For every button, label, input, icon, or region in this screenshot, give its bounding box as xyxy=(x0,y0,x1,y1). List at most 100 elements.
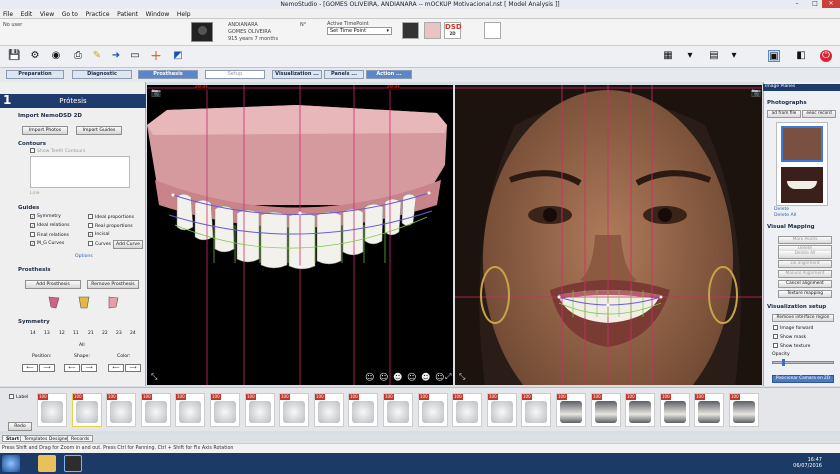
all-label[interactable]: All xyxy=(79,343,85,348)
thumb-item[interactable]: 100 xyxy=(521,393,551,427)
folder-icon[interactable] xyxy=(38,455,56,472)
thumb-item[interactable]: 100 xyxy=(694,393,724,427)
close-button[interactable]: ✕ xyxy=(822,0,840,8)
guide-incisal-checkbox[interactable]: ✓ Incisal xyxy=(88,232,110,238)
thumb-item[interactable]: 100 xyxy=(141,393,171,427)
import-photos-button[interactable]: Import Photos xyxy=(22,126,68,135)
tooth-number[interactable]: 11 xyxy=(73,331,79,336)
opacity-slider-thumb[interactable] xyxy=(781,359,785,366)
eraser-icon[interactable]: ◧ xyxy=(795,50,807,62)
contours-list[interactable] xyxy=(30,156,130,188)
comment-icon[interactable]: ▭ xyxy=(129,50,141,62)
thumb-item[interactable]: 100 xyxy=(660,393,690,427)
monitor-icon[interactable]: ▣ xyxy=(768,50,780,62)
guide-ideal-relations-checkbox[interactable]: ✓ Ideal relations xyxy=(30,223,70,229)
opacity-slider[interactable] xyxy=(772,359,834,366)
delete-photo-link[interactable]: Delete xyxy=(774,207,789,212)
menu-patient[interactable]: Patient xyxy=(114,9,141,18)
thumb-item[interactable]: 100 xyxy=(418,393,448,427)
pencil-icon[interactable]: ✎ xyxy=(91,50,103,62)
photo-list[interactable] xyxy=(776,122,828,206)
tab-diagnostic[interactable]: Diagnostic xyxy=(72,70,132,79)
thumb-item[interactable]: 100 xyxy=(348,393,378,427)
patient-avatar[interactable] xyxy=(191,22,213,42)
position-right-button[interactable]: ⟶ xyxy=(39,364,55,372)
add-curve-button[interactable]: Add Curve xyxy=(113,240,143,249)
shape-right-button[interactable]: ⟶ xyxy=(81,364,97,372)
report-icon[interactable] xyxy=(484,22,501,39)
redo-button[interactable]: Redo xyxy=(8,422,32,431)
menu-view[interactable]: View xyxy=(37,9,57,18)
minimize-button[interactable]: – xyxy=(788,0,806,8)
save-icon[interactable]: 💾 xyxy=(8,50,20,62)
image-forward-checkbox[interactable]: Image forward xyxy=(773,325,813,332)
thumb-item[interactable]: 100 xyxy=(383,393,413,427)
exit-icon[interactable]: ⏻ xyxy=(820,50,832,62)
shape-left-button[interactable]: ⟵ xyxy=(64,364,80,372)
thumb-item[interactable]: 100 xyxy=(245,393,275,427)
gear-icon[interactable]: ⚙ xyxy=(29,50,41,62)
photo-thumb-smile[interactable] xyxy=(781,167,823,203)
show-mask-checkbox[interactable]: Show mask xyxy=(773,334,806,341)
menu-edit[interactable]: Edit xyxy=(18,9,36,18)
remove-prosthesis-button[interactable]: Remove Prosthesis xyxy=(87,280,139,289)
thumb-item[interactable]: 100 xyxy=(106,393,136,427)
thumb-item[interactable]: 100 xyxy=(37,393,67,427)
thumb-item[interactable]: 100 xyxy=(487,393,517,427)
delete-all-photos-link[interactable]: Delete All xyxy=(774,213,796,218)
color-left-button[interactable]: ⟵ xyxy=(108,364,124,372)
delete-all-points-button[interactable]: Delete All xyxy=(778,251,832,259)
label-checkbox[interactable]: Label xyxy=(9,394,28,401)
webcam-icon[interactable]: ◉ xyxy=(50,50,62,62)
thumb-item[interactable]: 100 xyxy=(210,393,240,427)
arrow-right-icon[interactable]: ➜ xyxy=(110,50,122,62)
guide-final-relations-checkbox[interactable]: Final relations xyxy=(30,232,69,239)
tooth-number[interactable]: 22 xyxy=(102,331,108,336)
menu-practice[interactable]: Practice xyxy=(83,9,113,18)
mark-points-button[interactable]: Mark Points xyxy=(778,236,832,244)
tab-preparation[interactable]: Preparation xyxy=(6,70,64,79)
layout-icon[interactable]: ▦ xyxy=(662,50,674,62)
position-camera-button[interactable]: Posicionar Camara en 2D xyxy=(772,375,834,383)
show-texture-checkbox[interactable]: Show texture xyxy=(773,343,810,350)
photo-thumb-face[interactable] xyxy=(781,126,823,162)
tab-templates-designer[interactable]: Templates Designer xyxy=(20,435,74,442)
options-link[interactable]: Options xyxy=(75,254,93,259)
tooth-number[interactable]: 21 xyxy=(88,331,94,336)
thumb-item[interactable]: 100 xyxy=(314,393,344,427)
thumb-item[interactable]: 100 xyxy=(175,393,205,427)
tooth-number[interactable]: 23 xyxy=(116,331,122,336)
tab-records[interactable]: Records xyxy=(67,435,94,442)
guide-ideal-proportions-checkbox[interactable]: Ideal proportions xyxy=(88,214,134,221)
photo-viewport[interactable]: ⤡ 📷 xyxy=(455,85,762,385)
position-left-button[interactable]: ⟵ xyxy=(22,364,38,372)
prosthesis-color-swatch-1[interactable] xyxy=(47,295,61,309)
guide-real-proportions-checkbox[interactable]: Real proportions xyxy=(88,223,133,230)
tab-setup[interactable]: Setup xyxy=(205,70,265,79)
guide-mg-curves-checkbox[interactable]: ✓ M_G Curves xyxy=(30,241,64,247)
tab-panels[interactable]: Panels ... xyxy=(324,70,364,79)
color-right-button[interactable]: ⟶ xyxy=(125,364,141,372)
cancel-alignment-button[interactable]: Cancel alignment xyxy=(778,280,832,288)
view-dropdown-icon[interactable]: ▾ xyxy=(728,50,740,62)
texture-mapping-button[interactable]: Texture mapping xyxy=(778,290,832,298)
tooth-number[interactable]: 24 xyxy=(130,331,136,336)
add-from-file-button[interactable]: ad from file xyxy=(767,110,801,118)
menu-window[interactable]: Window xyxy=(143,9,173,18)
add-prosthesis-button[interactable]: Add Prosthesis xyxy=(25,280,81,289)
plus-icon[interactable]: + xyxy=(150,49,162,63)
remove-interface-button[interactable]: Remove interface region xyxy=(772,314,834,322)
thumb-item[interactable]: 100 xyxy=(625,393,655,427)
dsd-icon[interactable]: DSD 2D xyxy=(444,22,462,39)
thumb-item[interactable]: 100 xyxy=(452,393,482,427)
thumb-item[interactable]: 100 xyxy=(729,393,759,427)
guide-symmetry-checkbox[interactable]: ✓ Symmetry xyxy=(30,214,61,220)
tooth-number[interactable]: 14 xyxy=(30,331,36,336)
model-viewport[interactable]: 📷 ⤡ ⤢ ☺ ☺ ☻ ☺ ☻ ☺ 20.31 20.31 xyxy=(147,85,453,385)
thumb-item[interactable]: 100 xyxy=(591,393,621,427)
select-icon[interactable]: ◩ xyxy=(172,50,184,62)
tooth-number[interactable]: 12 xyxy=(59,331,65,336)
tab-visualization[interactable]: Visualization ... xyxy=(272,70,322,79)
prosthesis-color-swatch-3[interactable] xyxy=(106,295,120,309)
layout-dropdown-icon[interactable]: ▾ xyxy=(684,50,696,62)
